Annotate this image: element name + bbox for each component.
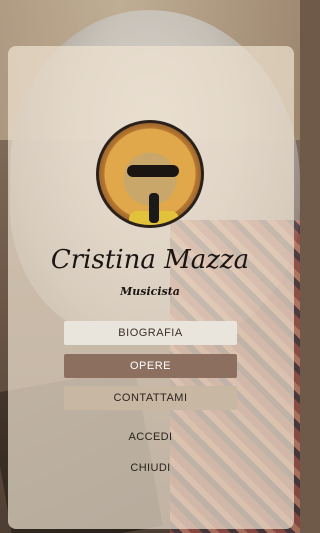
- avatar-microphone: [149, 193, 159, 223]
- opere-button[interactable]: OPERE: [64, 354, 237, 378]
- profile-role: Musicista: [120, 285, 180, 298]
- avatar-sunglasses: [127, 165, 179, 177]
- close-link[interactable]: CHIUDI: [64, 462, 237, 474]
- login-link[interactable]: ACCEDI: [64, 431, 237, 443]
- avatar: [96, 120, 204, 228]
- contattami-button[interactable]: CONTATTAMI: [64, 386, 237, 410]
- biografia-button[interactable]: BIOGRAFIA: [64, 321, 237, 345]
- profile-name: Cristina Mazza: [50, 245, 250, 275]
